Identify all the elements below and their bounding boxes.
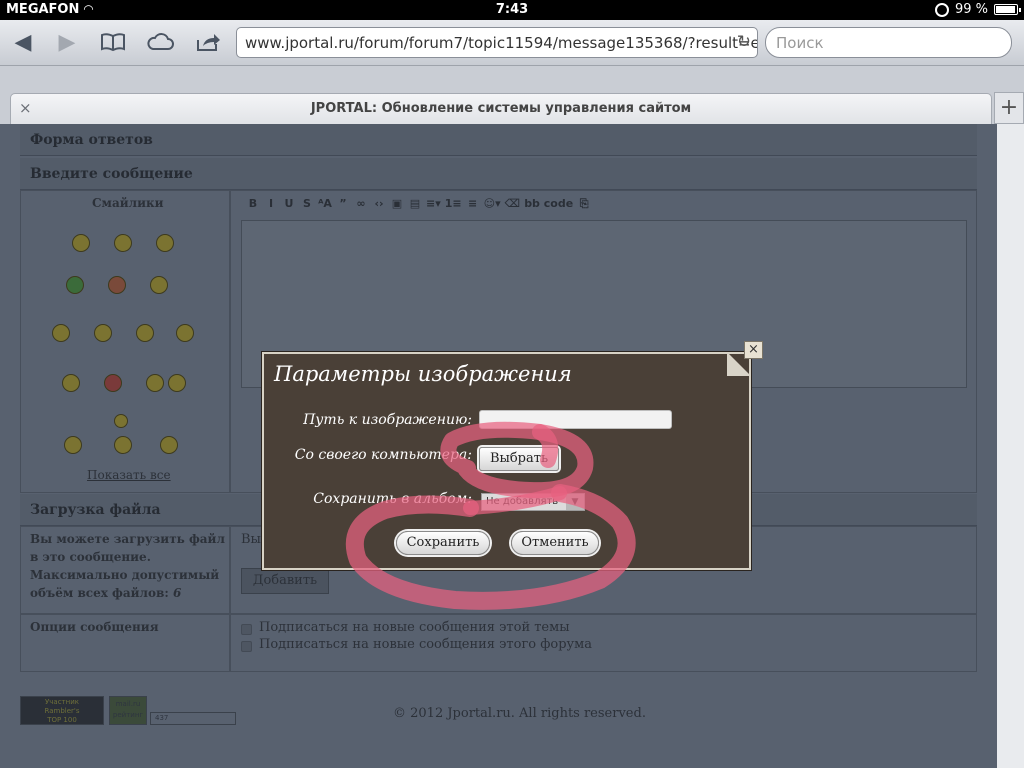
editor-tool-button[interactable]: I [264,197,278,211]
editor-tool-button[interactable]: S [300,197,314,211]
talking-smiley-icon[interactable] [52,324,70,342]
editor-tool-button[interactable]: ‹› [372,197,386,211]
clap-smiley-icon[interactable] [160,436,178,454]
party-smiley-icon[interactable] [176,324,194,342]
rotation-lock-icon [934,2,949,17]
share-icon[interactable] [193,28,223,56]
add-file-button[interactable]: Добавить [241,568,329,594]
editor-toolbar: B I U SᴬA ” ∞ ‹› ▣ ▤ ≡▾ 1≡ ≡ ☺▾ ⌫ bb code ⎘ [246,197,591,211]
reload-icon[interactable]: ↻ [737,32,751,52]
upload-info-text: Вы можете загрузить файл в это сообщение… [30,532,225,600]
url-field[interactable]: www.jportal.ru/forum/forum7/topic11594/m… [236,27,758,58]
upload-limit: 6 [172,586,182,600]
subscribe-forum-label: Подписаться на новые сообщения этого фор… [259,637,593,652]
save-button[interactable]: Сохранить [396,531,490,555]
sleepy-smiley-icon[interactable] [62,374,80,392]
editor-tool-button[interactable]: ⌫ [505,197,521,211]
replies-form-header: Форма ответов [20,124,977,156]
from-computer-label: Со своего компьютера: [294,447,472,463]
editor-tool-button[interactable]: ᴬA [318,197,332,211]
new-tab-button[interactable]: + [994,92,1024,124]
editor-tool-button[interactable]: ≡ [466,197,480,211]
dialog-title: Параметры изображения [274,362,572,386]
tab-title: JPORTAL: Обновление системы управления с… [310,101,692,116]
devil-smiley-icon[interactable] [108,276,126,294]
browser-toolbar: ◀ ▶ www.jportal.ru/forum/forum7/topic115… [0,20,1024,66]
confused-smiley-icon[interactable] [136,324,154,342]
choose-file-button[interactable]: Выбрать [479,447,559,471]
battery-icon [994,4,1021,15]
angel-smiley-icon[interactable] [114,234,132,252]
album-select[interactable]: Не добавлять ▼ [481,493,585,511]
image-params-dialog: Параметры изображения Путь к изображению… [262,352,751,570]
visit-counter[interactable]: 437 [150,712,236,725]
editor-tool-button[interactable]: ▣ [390,197,404,211]
show-all-link[interactable]: Показать все [87,468,171,482]
copyright-text: © 2012 Jportal.ru. All rights reserved. [393,706,646,721]
subscribe-forum-checkbox[interactable] [241,641,252,652]
save-to-album-label: Сохранить в альбом: [313,491,472,507]
icloud-icon[interactable] [145,28,175,56]
hammer-smiley-icon[interactable] [146,374,164,392]
subscribe-topic-checkbox[interactable] [241,624,252,635]
tab-active[interactable]: × JPORTAL: Обновление системы управления… [10,93,992,124]
sick-smiley-icon[interactable] [66,276,84,294]
image-path-input[interactable] [479,410,672,429]
idea-icon[interactable] [114,414,128,428]
upload-select-text: Вы [241,532,261,547]
wink-smiley-icon[interactable] [94,324,112,342]
page-gutter [997,124,1024,768]
no-smiley-icon[interactable] [104,374,122,392]
thinking-smiley-icon[interactable] [150,276,168,294]
cancel-button[interactable]: Отменить [511,531,599,555]
editor-tool-button[interactable]: ” [336,197,350,211]
path-label: Путь к изображению: [303,412,472,428]
editor-tool-button[interactable]: ⎘ [577,197,591,211]
editor-tool-button[interactable]: B [246,197,260,211]
victim-smiley-icon[interactable] [168,374,186,392]
editor-tool-button[interactable]: ▤ [408,197,422,211]
editor-tool-button[interactable]: ≡▾ [426,197,441,211]
big-grin-smiley-icon[interactable] [114,436,132,454]
smilies-label: Смайлики [92,196,164,210]
editor-tool-button[interactable]: ∞ [354,197,368,211]
subscribe-topic-label: Подписаться на новые сообщения этой темы [259,620,570,635]
rambler-top100-badge[interactable]: Участник Rambler's TOP 100 [20,696,104,725]
chevron-down-icon: ▼ [566,494,584,510]
status-bar: MEGAFON ◠ 7:43 99 % [0,0,1024,20]
close-icon[interactable]: × [744,341,763,359]
angry-smiley-icon[interactable] [156,234,174,252]
options-label: Опции сообщения [30,620,159,634]
editor-tool-button[interactable]: 1≡ [445,197,462,211]
editor-tool-button[interactable]: U [282,197,296,211]
battery-percent: 99 % [954,2,988,17]
message-header: Введите сообщение [20,158,977,190]
tab-strip: × JPORTAL: Обновление системы управления… [0,66,1024,124]
clock: 7:43 [495,2,529,17]
bookmarks-icon[interactable] [98,28,128,56]
battery-indicator: 99 % [934,2,1021,17]
laugh-smiley-icon[interactable] [64,436,82,454]
mailru-rating-badge[interactable]: mail.ru рейтинг [109,696,147,725]
editor-tool-button[interactable]: ☺▾ [484,197,501,211]
editor-tool-button[interactable]: bb code [524,197,573,211]
back-button[interactable]: ◀ [8,28,38,56]
forward-button[interactable]: ▶ [52,28,82,56]
search-input[interactable]: Поиск [765,27,1012,58]
smiley-icon[interactable] [72,234,90,252]
